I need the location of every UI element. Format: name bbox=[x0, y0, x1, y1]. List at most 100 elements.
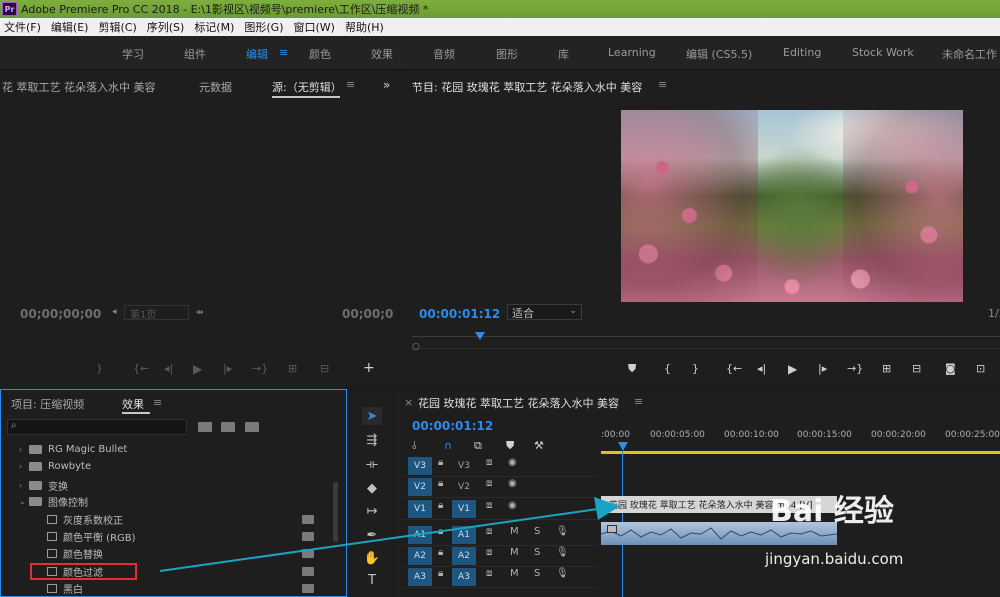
go-to-in-icon[interactable]: {← bbox=[726, 362, 742, 375]
workspace-editing[interactable]: 编辑 bbox=[246, 46, 268, 62]
track-target[interactable]: V1 bbox=[452, 500, 476, 518]
toggle-sync-lock-icon[interactable]: ⧈ bbox=[486, 500, 492, 511]
effects-tree-item[interactable]: ⌄ 图像控制 bbox=[19, 494, 88, 509]
effects-scrollbar[interactable] bbox=[333, 482, 338, 542]
workspace-graphics[interactable]: 图形 bbox=[496, 46, 518, 62]
src-step-back-icon[interactable]: ◂| bbox=[164, 362, 173, 375]
expand-panels-icon[interactable]: » bbox=[383, 78, 390, 92]
menu-file[interactable]: 文件(F) bbox=[4, 19, 41, 35]
toggle-sync-lock-icon[interactable]: ⧈ bbox=[486, 526, 492, 537]
workspace-color[interactable]: 颜色 bbox=[309, 46, 331, 62]
track-source-patch[interactable]: A3 bbox=[408, 568, 432, 586]
microphone-icon[interactable]: 🎙︎ bbox=[556, 568, 569, 579]
mute-button[interactable]: M bbox=[510, 526, 519, 537]
src-mark-out-icon[interactable]: } bbox=[96, 362, 103, 375]
prev-page-icon[interactable]: ◂ bbox=[112, 307, 117, 317]
workspace-stock-work[interactable]: Stock Work bbox=[852, 46, 914, 59]
workspace-libraries[interactable]: 库 bbox=[558, 46, 569, 62]
step-forward-icon[interactable]: |▸ bbox=[818, 362, 827, 375]
export-frame-camera-icon[interactable]: ◙ bbox=[945, 362, 956, 375]
src-insert-icon[interactable]: ⊞ bbox=[288, 362, 297, 375]
effects-tree-item[interactable]: › RG Magic Bullet bbox=[19, 444, 127, 455]
src-go-out-icon[interactable]: →} bbox=[252, 362, 268, 375]
extract-icon[interactable]: ⊟ bbox=[912, 362, 921, 375]
snap-magnet-icon[interactable]: ∩ bbox=[444, 439, 452, 452]
type-tool-icon[interactable]: T bbox=[362, 571, 382, 589]
eye-icon[interactable]: ◉ bbox=[508, 478, 517, 489]
menu-window[interactable]: 窗口(W) bbox=[294, 19, 335, 35]
close-icon[interactable]: × bbox=[404, 396, 413, 409]
track-target[interactable]: A1 bbox=[452, 526, 476, 544]
solo-button[interactable]: S bbox=[534, 568, 540, 579]
workspace-learn[interactable]: 学习 bbox=[122, 46, 144, 62]
track-source-patch[interactable]: V2 bbox=[408, 478, 432, 496]
work-area-bar[interactable] bbox=[601, 451, 1000, 454]
toggle-sync-lock-icon[interactable]: ⧈ bbox=[486, 478, 492, 489]
toggle-sync-lock-icon[interactable]: ⧈ bbox=[486, 547, 492, 558]
eye-icon[interactable]: ◉ bbox=[508, 500, 517, 511]
track-source-patch[interactable]: V1 bbox=[408, 500, 432, 518]
effects-tree-item[interactable]: 颜色替换 bbox=[47, 546, 103, 561]
program-playhead-icon[interactable] bbox=[475, 332, 485, 340]
hand-tool-icon[interactable]: ✋ bbox=[362, 549, 382, 567]
microphone-icon[interactable]: 🎙︎ bbox=[556, 547, 569, 558]
timeline-settings-wrench-icon[interactable]: ⚒ bbox=[534, 439, 544, 452]
workspace-audio[interactable]: 音频 bbox=[433, 46, 455, 62]
track-target[interactable]: A3 bbox=[452, 568, 476, 586]
workspace-learning-en[interactable]: Learning bbox=[608, 46, 656, 59]
track-select-tool-icon[interactable]: ⇶ bbox=[362, 431, 382, 449]
nest-toggle-icon[interactable]: ⫰ bbox=[412, 439, 417, 453]
add-marker-timeline-icon[interactable]: ⛊ bbox=[506, 439, 514, 453]
track-target[interactable]: A2 bbox=[452, 547, 476, 565]
mute-button[interactable]: M bbox=[510, 568, 519, 579]
effects-search-input[interactable]: ⌕ bbox=[7, 419, 187, 435]
lock-icon[interactable]: 🔒︎ bbox=[438, 478, 443, 489]
eye-icon[interactable]: ◉ bbox=[508, 457, 517, 468]
toggle-sync-lock-icon[interactable]: ⧈ bbox=[486, 568, 492, 579]
mark-in-icon[interactable]: { bbox=[664, 362, 671, 375]
button-editor-icon[interactable]: ⊡ bbox=[976, 362, 985, 375]
effects-tree-item[interactable]: 黑白 bbox=[47, 581, 83, 596]
accelerated-effects-icon[interactable] bbox=[198, 422, 212, 432]
workspace-untitled[interactable]: 未命名工作 bbox=[942, 46, 997, 62]
src-play-icon[interactable]: ▶ bbox=[193, 362, 202, 376]
effects-tree-item[interactable]: › 变换 bbox=[19, 478, 68, 493]
mute-button[interactable]: M bbox=[510, 547, 519, 558]
linked-selection-icon[interactable]: ⧉ bbox=[474, 439, 482, 453]
track-source-patch[interactable]: A2 bbox=[408, 547, 432, 565]
program-menu-icon[interactable]: ≡ bbox=[658, 78, 667, 91]
workspace-menu-icon[interactable]: ≡ bbox=[279, 46, 288, 59]
32bit-effects-icon[interactable] bbox=[221, 422, 235, 432]
track-target[interactable]: V3 bbox=[452, 457, 476, 475]
step-back-icon[interactable]: ◂| bbox=[757, 362, 766, 375]
page-selector[interactable]: 第1页 bbox=[124, 305, 189, 321]
effects-tree-item[interactable]: 颜色平衡 (RGB) bbox=[47, 529, 136, 544]
effects-menu-icon[interactable]: ≡ bbox=[153, 396, 162, 409]
go-to-out-icon[interactable]: →} bbox=[847, 362, 863, 375]
track-source-patch[interactable]: A1 bbox=[408, 526, 432, 544]
src-go-in-icon[interactable]: {← bbox=[133, 362, 149, 375]
menu-help[interactable]: 帮助(H) bbox=[345, 19, 384, 35]
menu-marker[interactable]: 标记(M) bbox=[194, 19, 234, 35]
resolution-selector[interactable]: 1/2 bbox=[988, 307, 1000, 320]
solo-button[interactable]: S bbox=[534, 526, 540, 537]
zoom-handle-icon[interactable]: ○ bbox=[412, 342, 420, 352]
program-zoom-bar[interactable] bbox=[412, 348, 1000, 349]
menu-graphics[interactable]: 图形(G) bbox=[244, 19, 283, 35]
tab-clip-source[interactable]: 花 萃取工艺 花朵落入水中 美容 bbox=[2, 79, 156, 95]
lock-icon[interactable]: 🔒︎ bbox=[438, 500, 443, 511]
fit-dropdown[interactable]: 适合 ⌄ bbox=[507, 304, 582, 320]
panel-menu-icon[interactable]: ≡ bbox=[346, 78, 355, 91]
slip-tool-icon[interactable]: ↦ bbox=[362, 502, 382, 520]
workspace-editing-en[interactable]: Editing bbox=[783, 46, 821, 59]
tab-metadata[interactable]: 元数据 bbox=[199, 79, 232, 95]
lock-icon[interactable]: 🔒︎ bbox=[438, 526, 443, 537]
lock-icon[interactable]: 🔒︎ bbox=[438, 568, 443, 579]
razor-tool-icon[interactable]: ◆ bbox=[362, 479, 382, 497]
src-overwrite-icon[interactable]: ⊟ bbox=[320, 362, 329, 375]
timeline-sequence-tab[interactable]: 花园 玫瑰花 萃取工艺 花朵落入水中 美容 bbox=[418, 395, 619, 411]
tab-source-no-clip[interactable]: 源:（无剪辑） bbox=[272, 79, 342, 95]
zoom-slider-icon[interactable]: ⇹ bbox=[196, 308, 204, 318]
workspace-editing-cs55[interactable]: 编辑 (CS5.5) bbox=[686, 46, 752, 62]
yuv-effects-icon[interactable] bbox=[245, 422, 259, 432]
